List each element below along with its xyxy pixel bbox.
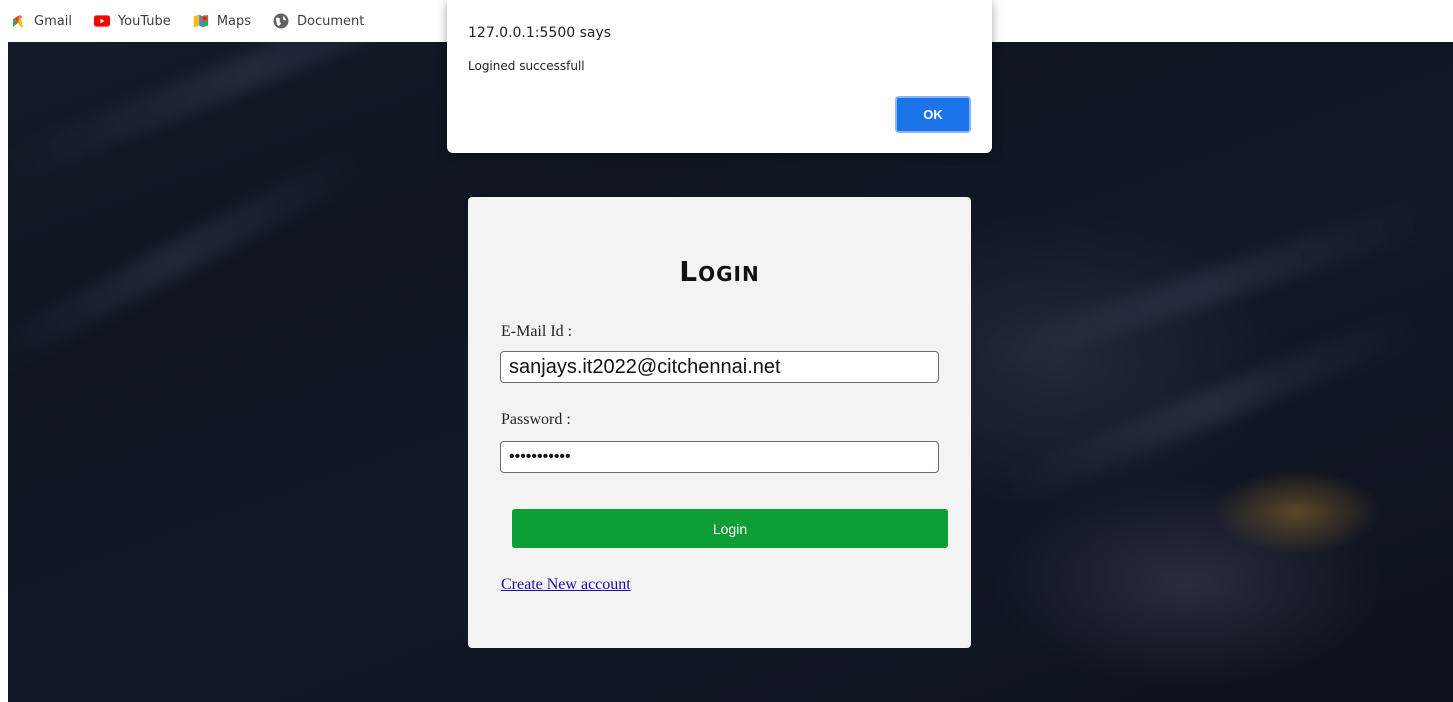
login-button[interactable]: Login [512, 509, 948, 548]
email-label: E-Mail Id : [501, 323, 573, 340]
bookmark-gmail[interactable]: Gmail [10, 9, 80, 33]
bookmark-document[interactable]: Document [265, 9, 372, 33]
password-field[interactable]: ••••••••••• [500, 441, 939, 473]
bookmark-youtube[interactable]: YouTube [86, 9, 179, 33]
background-streak [8, 42, 497, 185]
bookmark-label: Gmail [34, 13, 72, 29]
alert-dialog: 127.0.0.1:5500 says Logined successfull … [447, 0, 992, 153]
ok-button[interactable]: OK [895, 96, 971, 133]
bookmark-label: Document [297, 13, 365, 29]
background-streak [8, 146, 367, 375]
dialog-message: Logined successfull [468, 59, 585, 73]
bookmark-label: Maps [216, 13, 252, 29]
login-title: Login [679, 255, 760, 288]
create-account-link[interactable]: Create New account [501, 576, 631, 594]
email-field[interactable]: sanjays.it2022@citchennai.net [500, 351, 939, 383]
maps-icon [193, 13, 209, 29]
bookmark-maps[interactable]: Maps [185, 9, 259, 33]
bookmark-label: YouTube [117, 13, 171, 29]
gmail-icon [10, 13, 26, 29]
password-label: Password : [501, 411, 571, 428]
dialog-title: 127.0.0.1:5500 says [468, 25, 612, 41]
youtube-icon [93, 13, 110, 29]
login-card: Login E-Mail Id : sanjays.it2022@citchen… [468, 197, 971, 648]
globe-icon [273, 13, 289, 29]
